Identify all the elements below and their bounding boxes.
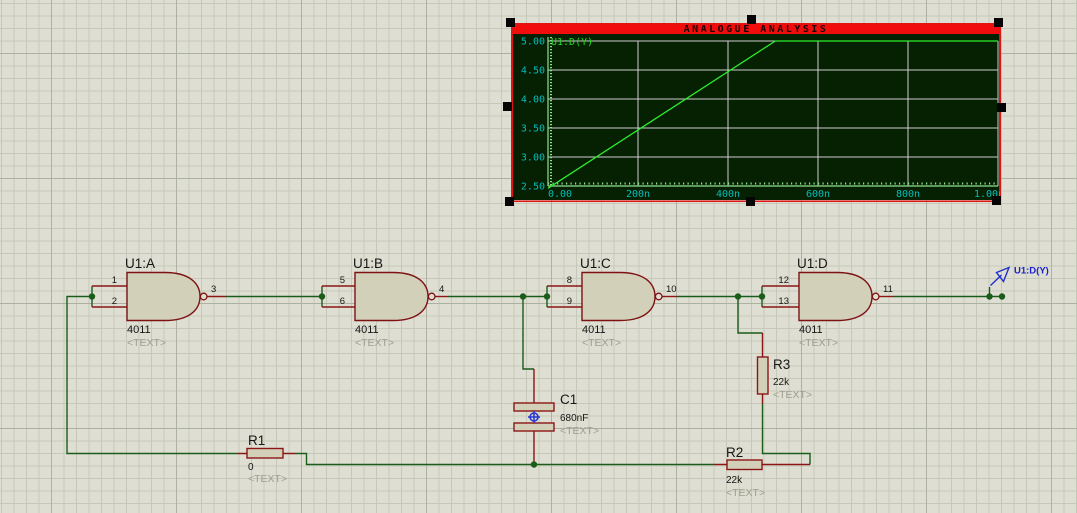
nand-gate-body[interactable] (581, 271, 656, 322)
analysis-graph: ANALOGUE ANALYSIS 5.00 4.50 4.00 3.50 3.… (511, 22, 1004, 203)
pin-number: 8 (567, 275, 572, 286)
voltage-probe[interactable]: U1:D(Y) (990, 266, 1049, 287)
resistor-r1[interactable]: R1 0 <TEXT> (246, 433, 287, 485)
selection-handle-se[interactable] (992, 196, 1001, 205)
component-value: 680nF (560, 413, 588, 424)
ytick-label: 5.00 (521, 37, 545, 48)
xtick-label: 200n (626, 189, 650, 200)
resistor-body[interactable] (726, 459, 763, 471)
inverter-bubble (654, 292, 663, 301)
junction-dots (88, 293, 1006, 468)
nand-gate-body[interactable] (798, 271, 873, 322)
component-value: 22k (773, 377, 790, 388)
ytick-label: 3.50 (521, 124, 545, 135)
capacitor-plate[interactable] (513, 402, 555, 412)
selection-handle-w[interactable] (503, 102, 512, 111)
pin-number: 3 (211, 284, 216, 295)
inverter-bubble (427, 292, 436, 301)
gate-u1b[interactable]: U1:B 4011 <TEXT> 5 6 4 (340, 256, 445, 349)
origin-marker-icon (528, 411, 540, 423)
ytick-label: 3.00 (521, 153, 545, 164)
gate-ref: U1:C (580, 256, 611, 271)
pin-stubs (92, 285, 893, 466)
gate-part: 4011 (582, 324, 606, 336)
pin-number: 5 (340, 275, 345, 286)
xtick-label: 800n (896, 189, 920, 200)
component-text-tag: <TEXT> (248, 473, 287, 485)
pin-number: 4 (439, 284, 444, 295)
ytick-label: 2.50 (521, 182, 545, 193)
resistor-body[interactable] (756, 356, 769, 395)
trace-legend: U1:D(Y) (551, 37, 593, 48)
component-text-tag: <TEXT> (560, 425, 599, 437)
xtick-label: 0.00 (548, 189, 572, 200)
gate-text-tag: <TEXT> (127, 337, 166, 349)
inverter-bubble (871, 292, 880, 301)
pin-number: 2 (112, 296, 117, 307)
gate-text-tag: <TEXT> (799, 337, 838, 349)
selection-handle-s[interactable] (746, 197, 755, 206)
component-text-tag: <TEXT> (726, 487, 765, 499)
component-ref: C1 (560, 392, 577, 407)
gate-ref: U1:D (797, 256, 828, 271)
wire-r3-bottom-to-r2[interactable] (761, 404, 811, 465)
analysis-graph-window[interactable]: ANALOGUE ANALYSIS 5.00 4.50 4.00 3.50 3.… (511, 22, 1004, 203)
gate-part: 4011 (799, 324, 823, 336)
schematic-canvas[interactable]: U1:A 4011 <TEXT> 1 2 3 U1:B 4011 <TEXT> … (0, 0, 1077, 513)
component-text-tag: <TEXT> (773, 389, 812, 401)
selection-handle-sw[interactable] (505, 197, 514, 206)
resistor-body[interactable] (246, 447, 284, 459)
pin-number: 9 (567, 296, 572, 307)
gate-u1d[interactable]: U1:D 4011 <TEXT> 12 13 11 (778, 256, 892, 349)
xtick-label: 400n (716, 189, 740, 200)
selection-handle-nw[interactable] (506, 18, 515, 27)
pin-number: 10 (666, 284, 677, 295)
plot-background (513, 34, 999, 200)
capacitor-c1[interactable]: C1 680nF <TEXT> (513, 392, 599, 437)
capacitor-plate[interactable] (513, 422, 555, 432)
probe-label: U1:D(Y) (1014, 266, 1049, 277)
pin-number: 11 (883, 284, 893, 295)
inverter-bubble (199, 292, 208, 301)
gate-text-tag: <TEXT> (355, 337, 394, 349)
nand-gate-body[interactable] (126, 271, 201, 322)
selection-handle-e[interactable] (997, 103, 1006, 112)
gate-u1c[interactable]: U1:C 4011 <TEXT> 8 9 10 (567, 256, 677, 349)
graph-title: ANALOGUE ANALYSIS (684, 24, 829, 35)
nand-gate-body[interactable] (354, 271, 429, 322)
resistor-r3[interactable]: R3 22k <TEXT> (756, 356, 813, 401)
wire-r1-to-r2[interactable] (295, 452, 714, 466)
xtick-label: 600n (806, 189, 830, 200)
probe-arrowhead-icon (995, 266, 1011, 283)
gate-u1a[interactable]: U1:A 4011 <TEXT> 1 2 3 (112, 256, 217, 349)
gate-part: 4011 (127, 324, 151, 336)
wire-c1-branch[interactable] (522, 296, 534, 370)
gate-ref: U1:B (353, 256, 383, 271)
pin-number: 12 (778, 275, 789, 286)
component-ref: R1 (248, 433, 265, 448)
pin-number: 13 (778, 296, 789, 307)
resistor-r2[interactable]: R2 22k <TEXT> (726, 445, 765, 499)
component-ref: R3 (773, 357, 790, 372)
pin-number: 6 (340, 296, 345, 307)
gate-text-tag: <TEXT> (582, 337, 621, 349)
component-value: 0 (248, 462, 254, 473)
ytick-label: 4.50 (521, 66, 545, 77)
ytick-label: 4.00 (521, 95, 545, 106)
gate-ref: U1:A (125, 256, 155, 271)
selection-handle-n[interactable] (747, 15, 756, 24)
component-value: 22k (726, 475, 743, 486)
pin-number: 1 (112, 275, 117, 286)
wire-r3-branch-top[interactable] (737, 296, 763, 334)
selection-handle-ne[interactable] (994, 18, 1003, 27)
component-ref: R2 (726, 445, 743, 460)
gate-part: 4011 (355, 324, 379, 336)
